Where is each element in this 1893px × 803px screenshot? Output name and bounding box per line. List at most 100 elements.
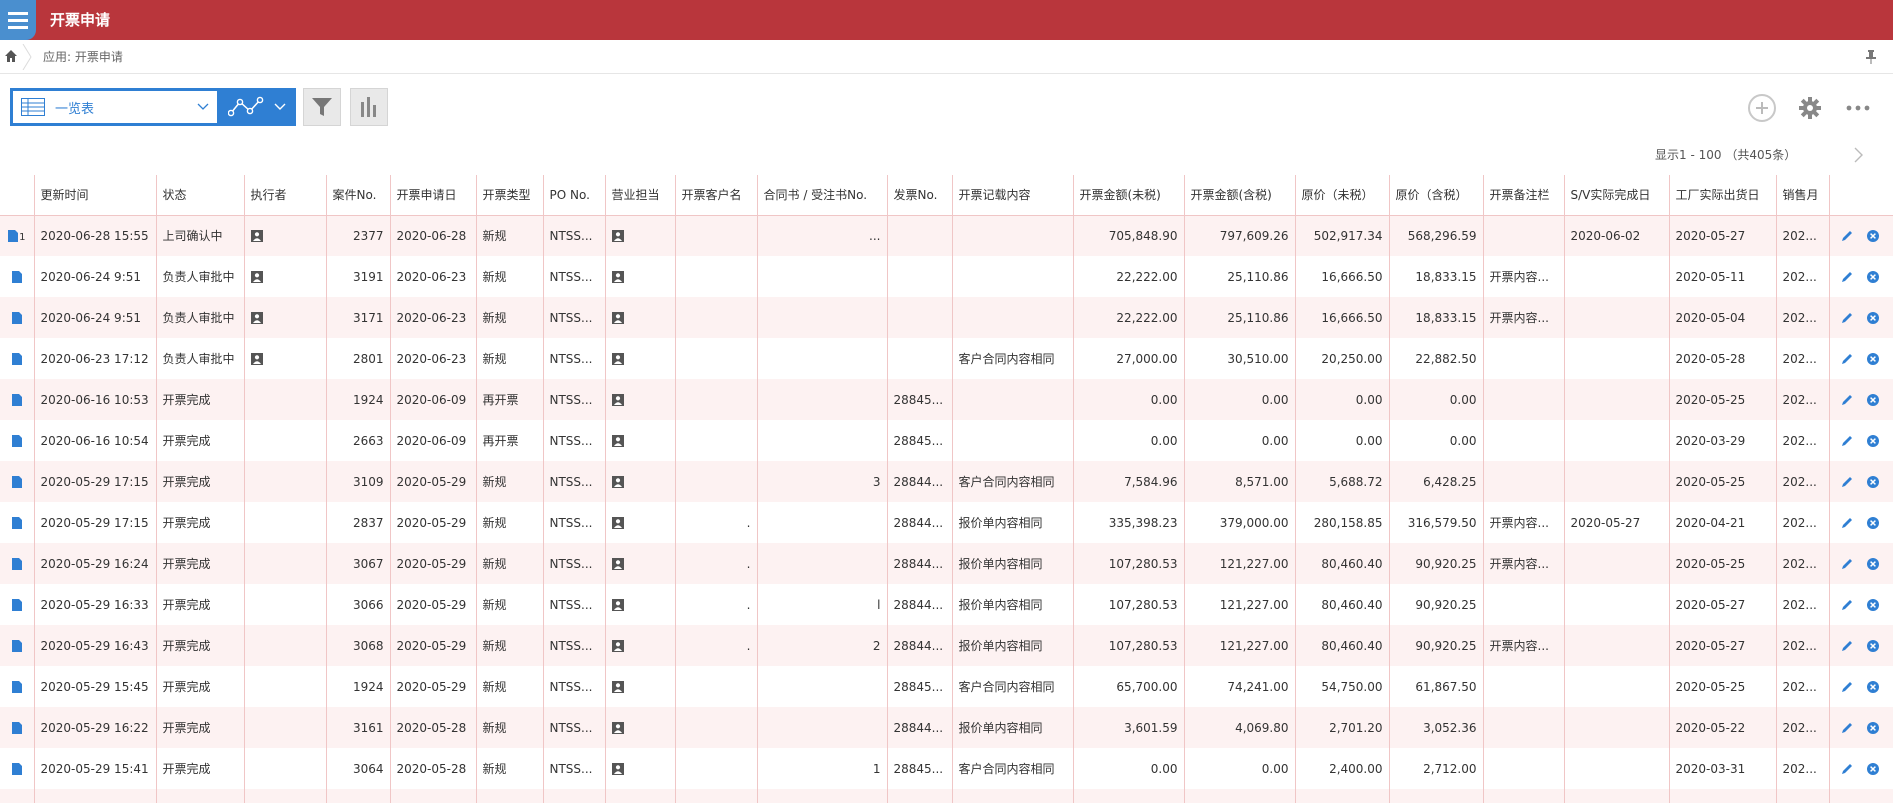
column-header[interactable]: 合同书 / 受注书No. <box>757 175 888 216</box>
delete-button[interactable] <box>1866 515 1880 529</box>
edit-icon[interactable] <box>1840 598 1854 612</box>
edit-icon[interactable] <box>1840 721 1854 735</box>
column-header[interactable]: 开票金额(未税) <box>1073 175 1185 216</box>
document-icon[interactable] <box>11 476 22 488</box>
document-icon[interactable] <box>11 517 22 529</box>
delete-button[interactable] <box>1866 433 1880 447</box>
edit-button[interactable] <box>1840 433 1854 447</box>
delete-button[interactable] <box>1866 229 1880 243</box>
column-header[interactable]: 状态 <box>156 175 245 216</box>
document-icon[interactable] <box>11 435 22 447</box>
column-header[interactable]: 案件No. <box>326 175 391 216</box>
column-header[interactable]: 工厂实际出货日 <box>1669 175 1777 216</box>
edit-button[interactable] <box>1840 351 1854 365</box>
document-icon[interactable] <box>11 271 22 283</box>
column-header[interactable]: 开票备注栏 <box>1483 175 1565 216</box>
edit-button[interactable] <box>1840 679 1854 693</box>
table-row[interactable]: 2020-05-29 16:33 开票完成 3066 2020-05-29 新规 NTSS… <box>0 584 1893 625</box>
table-row[interactable]: 2020-05-29 15:41 开票完成 3064 2020-05-28 新规 NTSS… <box>0 748 1893 789</box>
table-row[interactable]: 2020-06-24 9:51 负责人审批中 3191 2020-06-23 新规 NTS… <box>0 256 1893 297</box>
delete-button[interactable] <box>1866 392 1880 406</box>
delete-icon[interactable] <box>1866 557 1880 571</box>
column-header[interactable]: 营业担当 <box>605 175 676 216</box>
table-row[interactable]: 2020-05-29 16:24 开票完成 3067 2020-05-29 新规 NTSS… <box>0 543 1893 584</box>
edit-icon[interactable] <box>1840 557 1854 571</box>
edit-icon[interactable] <box>1840 352 1854 366</box>
settings-button[interactable] <box>1796 94 1824 122</box>
delete-icon[interactable] <box>1866 516 1880 530</box>
delete-icon[interactable] <box>1866 270 1880 284</box>
chevron-right-icon[interactable] <box>1852 147 1864 163</box>
edit-icon[interactable] <box>1840 475 1854 489</box>
edit-button[interactable] <box>1840 269 1854 283</box>
delete-button[interactable] <box>1866 638 1880 652</box>
delete-button[interactable] <box>1866 269 1880 283</box>
column-header[interactable]: PO No. <box>543 175 606 216</box>
edit-button[interactable] <box>1840 761 1854 775</box>
view-select[interactable]: 一览表 <box>10 88 220 126</box>
edit-icon[interactable] <box>1840 393 1854 407</box>
table-row[interactable]: 2020-05-29 17:15 开票完成 3109 2020-05-29 新规 NTSS… <box>0 461 1893 502</box>
table-row[interactable]: 1 2020-06-28 15:55 上司确认中 2377 2020-06-28 新规 NT… <box>0 215 1893 256</box>
column-header[interactable]: 开票金额(含税) <box>1184 175 1296 216</box>
edit-icon[interactable] <box>1840 270 1854 284</box>
column-header[interactable]: 更新时间 <box>34 175 157 216</box>
column-header[interactable]: 销售月 <box>1776 175 1830 216</box>
delete-icon[interactable] <box>1866 721 1880 735</box>
column-header[interactable]: 开票记载内容 <box>952 175 1074 216</box>
more-options-button[interactable] <box>1843 94 1873 122</box>
edit-button[interactable] <box>1840 597 1854 611</box>
chart-button[interactable] <box>350 88 388 126</box>
edit-button[interactable] <box>1840 310 1854 324</box>
column-header[interactable]: 开票客户名 <box>675 175 758 216</box>
table-row[interactable]: 2020-05-29 15:45 开票完成 1924 2020-05-29 新规 NTSS… <box>0 666 1893 707</box>
document-icon[interactable] <box>11 312 22 324</box>
edit-icon[interactable] <box>1840 229 1854 243</box>
edit-button[interactable] <box>1840 229 1854 243</box>
table-row[interactable]: 2020-06-24 9:51 负责人审批中 3171 2020-06-23 新规 NTS… <box>0 297 1893 338</box>
edit-button[interactable] <box>1840 515 1854 529</box>
delete-button[interactable] <box>1866 720 1880 734</box>
table-row[interactable]: 2020-05-29 16:43 开票完成 3068 2020-05-29 新规 NTSS… <box>0 625 1893 666</box>
document-icon[interactable] <box>11 394 22 406</box>
column-header[interactable]: 原价（含税） <box>1389 175 1484 216</box>
table-row[interactable]: 2020-06-23 17:12 负责人审批中 2801 2020-06-23 新规 NT… <box>0 338 1893 379</box>
edit-icon[interactable] <box>1840 680 1854 694</box>
column-header[interactable]: 开票类型 <box>476 175 544 216</box>
edit-icon[interactable] <box>1840 639 1854 653</box>
document-icon[interactable] <box>11 599 22 611</box>
table-row[interactable]: 2020-06-16 10:54 开票完成 2663 2020-06-09 再开票 NTS… <box>0 420 1893 461</box>
document-icon[interactable] <box>11 763 22 775</box>
column-header[interactable]: 开票申请日 <box>390 175 477 216</box>
edit-button[interactable] <box>1840 474 1854 488</box>
column-header[interactable]: 原价（未税） <box>1295 175 1390 216</box>
table-row[interactable]: 2020-06-16 10:53 开票完成 1924 2020-06-09 再开票 NTS… <box>0 379 1893 420</box>
menu-button[interactable] <box>0 0 36 40</box>
edit-button[interactable] <box>1840 556 1854 570</box>
filter-button[interactable] <box>303 88 341 126</box>
add-record-button[interactable] <box>1748 94 1776 122</box>
delete-icon[interactable] <box>1866 352 1880 366</box>
delete-button[interactable] <box>1866 351 1880 365</box>
delete-icon[interactable] <box>1866 762 1880 776</box>
graph-view-button[interactable] <box>218 88 296 126</box>
delete-icon[interactable] <box>1866 639 1880 653</box>
edit-icon[interactable] <box>1840 516 1854 530</box>
delete-button[interactable] <box>1866 679 1880 693</box>
home-icon[interactable] <box>4 49 18 63</box>
delete-icon[interactable] <box>1866 229 1880 243</box>
delete-icon[interactable] <box>1866 311 1880 325</box>
document-icon[interactable] <box>11 640 22 652</box>
document-icon[interactable] <box>11 722 22 734</box>
delete-icon[interactable] <box>1866 475 1880 489</box>
table-row[interactable] <box>0 789 1893 803</box>
document-icon[interactable] <box>11 558 22 570</box>
document-icon[interactable] <box>11 681 22 693</box>
delete-icon[interactable] <box>1866 393 1880 407</box>
column-header[interactable]: 执行者 <box>244 175 327 216</box>
edit-icon[interactable] <box>1840 434 1854 448</box>
delete-button[interactable] <box>1866 310 1880 324</box>
table-row[interactable]: 2020-05-29 17:15 开票完成 2837 2020-05-29 新规 NTSS… <box>0 502 1893 543</box>
pin-icon[interactable] <box>1865 50 1877 64</box>
edit-icon[interactable] <box>1840 311 1854 325</box>
